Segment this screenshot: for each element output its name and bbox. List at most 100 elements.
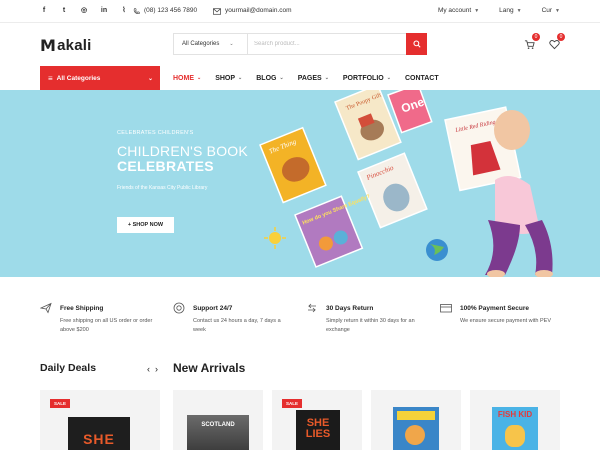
hero-illustration: The Thing The Poopy Gift Pinocchio How d… [259,90,553,277]
logo-text: akali [57,37,92,54]
book-cover: SHE [68,417,130,450]
chevron-down-icon: ▼ [555,8,560,14]
feature-desc: Simply return it within 30 days for an e… [326,318,415,333]
my-account-dropdown[interactable]: My account ▼ [438,6,479,16]
nav-item-label: PORTFOLIO [342,74,384,82]
chevron-down-icon: ▼ [516,8,522,14]
mail-icon [213,7,221,15]
language-dropdown[interactable]: Lang ▼ [499,6,521,16]
product-card[interactable] [371,390,461,450]
nav-item-blog[interactable]: BLOG ⌄ [256,75,283,82]
social-links: f t ◎ in ⌇ [40,6,128,16]
chevron-down-icon: ⌄ [147,75,153,82]
nav-item-portfolio[interactable]: PORTFOLIO ⌄ [343,75,391,82]
product-card[interactable]: FISH KID [470,390,560,450]
hero-subtitle: Friends of the Kansas City Public Librar… [117,185,208,191]
daily-deal-card[interactable]: SALE SHE [40,390,160,450]
book-cover-title: SCOTLAND [201,422,235,428]
feature-desc: Free shipping on all US order or order a… [60,318,153,333]
chevron-down-icon: ▼ [474,8,480,14]
book-cover [393,407,439,450]
phone-number: (08) 123 456 7890 [144,7,198,14]
instagram-icon[interactable]: ◎ [80,6,88,16]
feature-title: 100% Payment Secure [460,305,530,312]
chevron-down-icon: ⌄ [238,75,243,81]
hero-banner: CELEBRATES CHILDREN'S CHILDREN'S BOOK CE… [0,90,600,277]
search-input[interactable] [248,34,406,54]
payment-icon [440,304,452,313]
nav-item-label: SHOP [215,74,236,82]
features-strip: Free Shipping Free shipping on all US or… [40,300,560,340]
wishlist-button[interactable]: 0 [549,33,565,55]
book-cover-band [397,411,435,420]
all-categories-button[interactable]: ≡ All Categories ⌄ [40,66,160,90]
nav-item-label: HOME [173,74,194,82]
top-right-menu: My account ▼ Lang ▼ Cur ▼ [438,6,560,16]
rss-icon[interactable]: ⌇ [120,6,128,16]
chevron-down-icon: ⌄ [197,75,202,81]
twitter-icon[interactable]: t [60,6,68,16]
currency-label: Cur [541,7,553,14]
book-cover: FISH KID [492,407,538,450]
cart-button[interactable]: 0 [524,33,540,55]
chevron-right-icon[interactable]: › [155,364,158,374]
linkedin-icon[interactable]: in [100,6,108,16]
currency-dropdown[interactable]: Cur ▼ [542,6,560,16]
chevron-down-icon: ⌄ [324,75,329,81]
language-label: Lang [499,7,514,14]
search-icon [412,40,421,48]
chevron-down-icon: ⌄ [386,75,391,81]
book-cover: SHE LIES [296,410,340,450]
feature-desc: Contact us 24 hours a day, 7 days a week [193,318,281,333]
nav-item-home[interactable]: HOME ⌄ [173,75,201,82]
email-address[interactable]: yourmail@domain.com [225,6,292,16]
hero-title-line2: CELEBRATES [117,158,214,174]
all-categories-label: All Categories [56,74,101,82]
nav-item-label: CONTACT [404,74,439,82]
nav-item-label: PAGES [297,74,322,82]
feature-title: Free Shipping [60,305,104,312]
chevron-left-icon[interactable]: ‹ [147,364,150,374]
book-cover-title: FISH KID [497,410,533,419]
cart-count-badge: 0 [532,33,540,41]
menu-icon: ≡ [48,73,53,83]
top-bar: f t ◎ in ⌇ (08) 123 456 7890 yourmail@do… [0,0,600,23]
product-card[interactable]: SCOTLAND [173,390,263,450]
nav-menu: HOME ⌄ SHOP ⌄ BLOG ⌄ PAGES ⌄ PORTFOLIO ⌄ CONT… [173,66,453,90]
feature-desc: We ensure secure payment with PEV [460,318,551,324]
book-cover-title: SHE [83,431,115,447]
nav-item-label: BLOG [256,74,277,82]
search-category-label: All Categories [182,41,220,47]
hero-title-line1: CHILDREN'S BOOK [117,143,248,159]
sale-badge: SALE [50,399,70,408]
chevron-down-icon: ⌄ [279,75,284,81]
my-account-label: My account [437,7,472,14]
product-card[interactable]: SALE SHE LIES [272,390,362,450]
sale-badge: SALE [282,399,302,408]
phone-info: (08) 123 456 7890 [133,6,197,16]
phone-icon [133,7,140,14]
facebook-icon[interactable]: f [40,6,48,16]
feature-title: 30 Days Return [326,305,374,312]
nav-item-shop[interactable]: SHOP ⌄ [215,75,242,82]
main-navigation: ≡ All Categories ⌄ HOME ⌄ SHOP ⌄ BLOG ⌄ PAG… [0,66,600,90]
book-cover-title: SHE LIES [305,417,331,440]
site-logo[interactable]: Makali [40,36,92,55]
shop-now-button[interactable]: + SHOP NOW [117,217,174,233]
nav-item-pages[interactable]: PAGES ⌄ [298,75,329,82]
support-icon [173,302,185,314]
nav-item-contact[interactable]: CONTACT [405,75,439,82]
search-category-select[interactable]: All Categories ⌄ [174,34,248,54]
plane-icon [40,302,52,314]
search-bar: All Categories ⌄ [173,33,427,55]
search-button[interactable] [406,33,427,55]
hero-eyebrow: CELEBRATES CHILDREN'S [117,130,194,136]
chevron-down-icon: ⌄ [229,41,234,47]
email-info: yourmail@domain.com [213,6,292,16]
wishlist-count-badge: 0 [557,33,565,41]
daily-deals-title: Daily Deals [40,362,97,374]
book-cover-figure [405,425,425,445]
book-cover: SCOTLAND [187,415,249,450]
book-cover-figure [505,425,525,447]
new-arrivals-title: New Arrivals [173,361,246,375]
